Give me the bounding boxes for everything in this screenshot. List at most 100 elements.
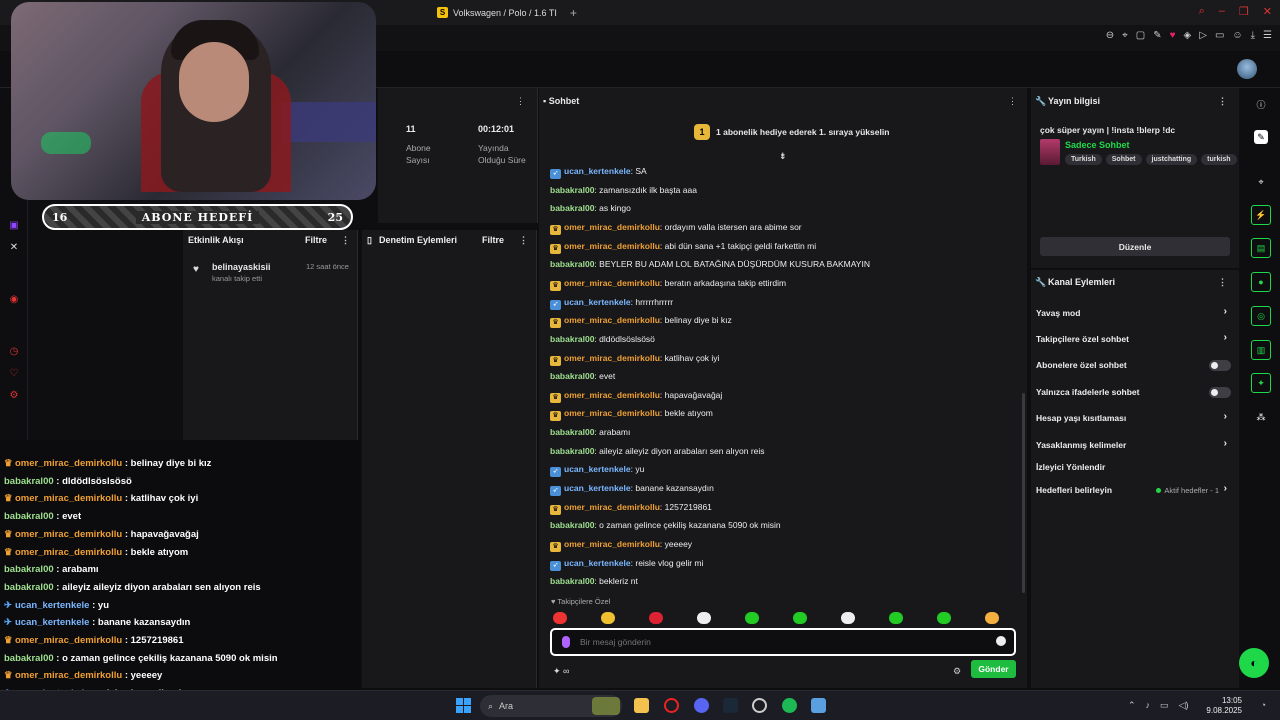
pencil-icon[interactable]: ✎ bbox=[1254, 130, 1268, 144]
chat-username[interactable]: babakral00 bbox=[550, 576, 594, 586]
chat-bubble-icon[interactable]: ● bbox=[1251, 272, 1271, 292]
gear-icon[interactable]: ⚙ bbox=[8, 390, 20, 402]
x-icon[interactable]: ✕ bbox=[8, 242, 20, 254]
send-button[interactable]: Gönder bbox=[971, 660, 1016, 678]
windows-start-icon[interactable] bbox=[456, 698, 471, 713]
redirect-label[interactable]: İzleyici Yönlendir bbox=[1036, 462, 1105, 472]
chat-username[interactable]: omer_mirac_demirkollu bbox=[564, 408, 660, 418]
goals-label[interactable]: Hedefleri belirleyin bbox=[1036, 485, 1112, 495]
chevron-right-icon[interactable]: › bbox=[1224, 306, 1227, 317]
screenshot-icon[interactable]: ▢ bbox=[1136, 30, 1145, 41]
browser-tab[interactable]: S Volkswagen / Polo / 1.6 TI + bbox=[437, 4, 577, 21]
chat-username[interactable]: omer_mirac_demirkollu bbox=[564, 278, 660, 288]
bookmark-icon[interactable]: ▭ bbox=[1215, 30, 1224, 41]
chat-username[interactable]: ucan_kertenkele bbox=[564, 166, 631, 176]
tag-chip[interactable]: justchatting bbox=[1145, 154, 1198, 165]
emote-icon[interactable] bbox=[601, 612, 615, 624]
volume-icon[interactable]: ◁) bbox=[1179, 700, 1189, 711]
nodes-icon[interactable]: ⁂ bbox=[1254, 410, 1268, 424]
emote-icon[interactable] bbox=[985, 612, 999, 624]
more-icon[interactable]: ⋮ bbox=[516, 96, 525, 107]
new-tab-button[interactable]: + bbox=[570, 6, 577, 20]
gift-sub-banner[interactable]: 1 1 abonelik hediye ederek 1. sıraya yük… bbox=[694, 124, 889, 140]
wrench-icon[interactable]: ✦ bbox=[1251, 373, 1271, 393]
menu-icon[interactable]: ☰ bbox=[1263, 30, 1272, 41]
app-icon[interactable] bbox=[811, 698, 826, 713]
emote-icon[interactable] bbox=[937, 612, 951, 624]
chat-username[interactable]: babakral00 bbox=[550, 427, 594, 437]
collapse-icon[interactable]: ⇟ bbox=[779, 151, 787, 162]
account-age-label[interactable]: Hesap yaşı kısıtlaması bbox=[1036, 413, 1126, 423]
tag-chip[interactable]: turkish bbox=[1201, 154, 1237, 165]
emote-icon[interactable] bbox=[697, 612, 711, 624]
chat-username[interactable]: babakral00 bbox=[550, 203, 594, 213]
tag-chip[interactable]: Turkish bbox=[1065, 154, 1102, 165]
chat-username[interactable]: omer_mirac_demirkollu bbox=[564, 353, 660, 363]
emote-icon[interactable] bbox=[793, 612, 807, 624]
discord-icon[interactable] bbox=[694, 698, 709, 713]
tag-chip[interactable]: Sohbet bbox=[1105, 154, 1142, 165]
mic-icon[interactable]: ♪ bbox=[1146, 700, 1151, 711]
chat-username[interactable]: omer_mirac_demirkollu bbox=[564, 222, 660, 232]
emote-icon[interactable] bbox=[841, 612, 855, 624]
moderation-filter[interactable]: Filtre bbox=[482, 235, 504, 245]
cube-icon[interactable]: ◈ bbox=[1184, 30, 1192, 41]
emote-icon[interactable] bbox=[745, 612, 759, 624]
play-icon[interactable]: ▷ bbox=[1199, 30, 1207, 41]
edit-icon[interactable]: ✎ bbox=[1153, 30, 1161, 41]
more-icon[interactable]: ⋮ bbox=[1008, 96, 1017, 107]
chat-username[interactable]: babakral00 bbox=[550, 259, 594, 269]
heart-icon[interactable]: ♥ bbox=[1170, 30, 1176, 41]
chat-input-box[interactable] bbox=[550, 628, 1016, 656]
chat-username[interactable]: omer_mirac_demirkollu bbox=[564, 315, 660, 325]
chat-username[interactable]: ucan_kertenkele bbox=[564, 297, 631, 307]
profile-icon[interactable]: ☺ bbox=[1232, 30, 1242, 41]
chat-username[interactable]: ucan_kertenkele bbox=[564, 483, 631, 493]
obs-icon[interactable] bbox=[752, 698, 767, 713]
search-icon[interactable]: ⌕ bbox=[1199, 5, 1205, 18]
avatar[interactable] bbox=[1237, 59, 1257, 79]
pin-icon[interactable]: ⌖ bbox=[1122, 30, 1128, 41]
gear-icon[interactable]: ⚙ bbox=[953, 666, 961, 677]
more-icon[interactable]: ⋮ bbox=[1218, 96, 1227, 107]
mic-icon[interactable] bbox=[562, 636, 570, 648]
more-icon[interactable]: ⋮ bbox=[519, 235, 528, 246]
bell-icon[interactable]: ◔ bbox=[1261, 700, 1266, 710]
chat-username[interactable]: omer_mirac_demirkollu bbox=[564, 539, 660, 549]
opera-icon[interactable] bbox=[664, 698, 679, 713]
layout-icon[interactable]: ▥ bbox=[1251, 340, 1271, 360]
twitch-icon[interactable]: ▣ bbox=[8, 220, 20, 232]
chat-username[interactable]: ucan_kertenkele bbox=[564, 558, 631, 568]
chat-username[interactable]: ucan_kertenkele bbox=[564, 464, 631, 474]
activity-filter[interactable]: Filtre bbox=[305, 235, 327, 245]
emoji-icon[interactable] bbox=[996, 636, 1006, 646]
download-icon[interactable]: ⤓ bbox=[1251, 30, 1255, 41]
system-clock[interactable]: 13:05 9.08.2025 bbox=[1206, 696, 1242, 716]
close-button[interactable]: ✕ bbox=[1263, 5, 1272, 18]
chevron-right-icon[interactable]: › bbox=[1224, 411, 1227, 422]
followers-chat-label[interactable]: Takipçilere özel sohbet bbox=[1036, 334, 1129, 344]
folder-icon[interactable] bbox=[634, 698, 649, 713]
chat-tools[interactable]: ✦ ∞ bbox=[553, 666, 569, 677]
slow-mode-label[interactable]: Yavaş mod bbox=[1036, 308, 1080, 318]
subs-chat-toggle[interactable] bbox=[1209, 360, 1231, 371]
chat-input[interactable] bbox=[580, 634, 980, 650]
minimize-button[interactable]: – bbox=[1219, 5, 1225, 18]
chat-username[interactable]: babakral00 bbox=[550, 185, 594, 195]
stream-category[interactable]: Sadece Sohbet bbox=[1065, 140, 1130, 150]
emote-icon[interactable] bbox=[649, 612, 663, 624]
infinity-icon[interactable]: ∞ bbox=[563, 666, 569, 676]
chat-username[interactable]: babakral00 bbox=[550, 520, 594, 530]
chevron-right-icon[interactable]: › bbox=[1224, 483, 1227, 494]
chevron-right-icon[interactable]: › bbox=[1224, 332, 1227, 343]
chevron-right-icon[interactable]: › bbox=[1224, 438, 1227, 449]
zoom-icon[interactable]: ⊖ bbox=[1106, 30, 1114, 41]
info-icon[interactable]: ⓘ bbox=[1254, 98, 1268, 112]
chat-username[interactable]: omer_mirac_demirkollu bbox=[564, 390, 660, 400]
maximize-button[interactable]: ❐ bbox=[1239, 5, 1249, 18]
chat-username[interactable]: omer_mirac_demirkollu bbox=[564, 502, 660, 512]
emote-icon[interactable] bbox=[889, 612, 903, 624]
record-icon[interactable]: ◉ bbox=[8, 294, 20, 306]
headset-icon[interactable]: ◐ bbox=[1239, 648, 1269, 678]
emote-chat-toggle[interactable] bbox=[1209, 387, 1231, 398]
